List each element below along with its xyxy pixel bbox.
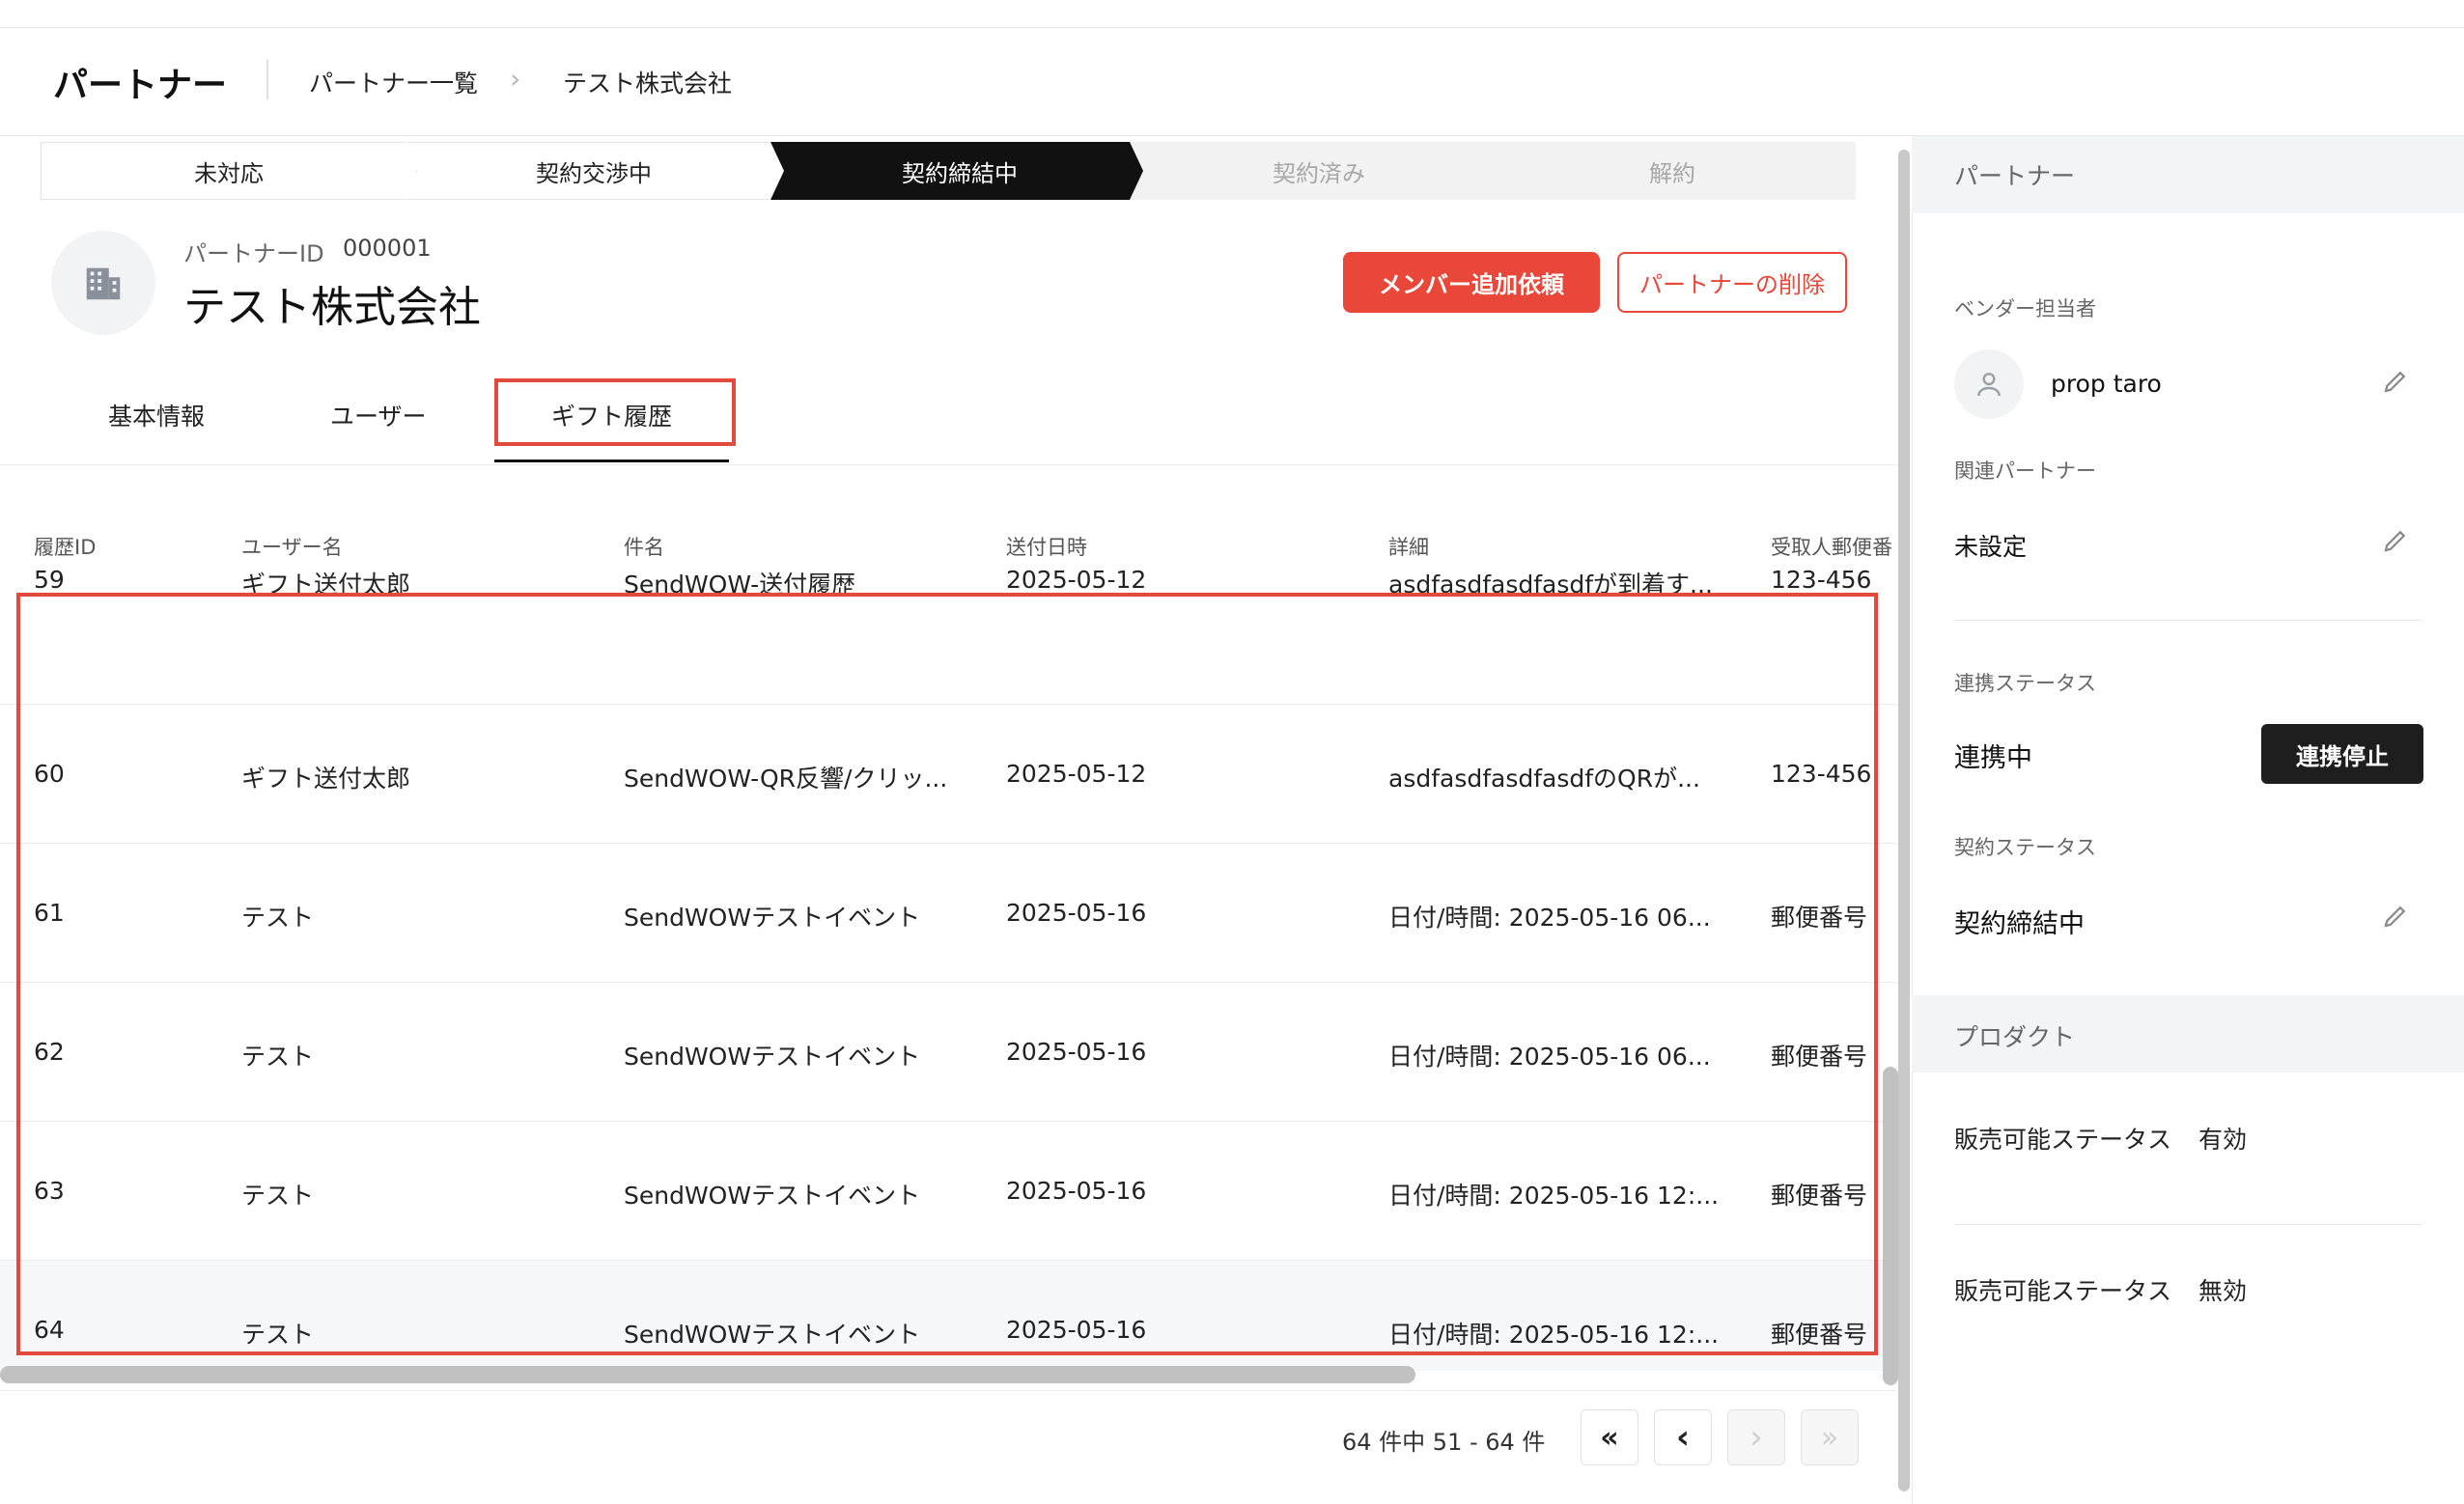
active-tab-indicator xyxy=(494,460,729,462)
vendor-owner-label: ベンダー担当者 xyxy=(1954,297,2096,320)
delete-partner-button[interactable]: パートナーの削除 xyxy=(1617,252,1847,313)
pagination-summary: 64 件中 51 - 64 件 xyxy=(1342,1429,1546,1456)
pencil-icon[interactable] xyxy=(2381,526,2410,555)
breadcrumb-partner-list[interactable]: パートナー一覧 xyxy=(309,65,478,99)
status-stepper: 未対応 契約交渉中 契約締結中 契約済み 解約 xyxy=(41,142,1856,200)
vertical-scrollbar[interactable] xyxy=(1898,150,1910,1491)
step-negotiating[interactable]: 契約交渉中 xyxy=(406,142,782,200)
pagination-divider xyxy=(0,1390,1896,1391)
double-chevron-left-icon: « xyxy=(1600,1420,1619,1455)
product-sales-status-value: 有効 xyxy=(2198,1126,2248,1154)
stop-link-button[interactable]: 連携停止 xyxy=(2261,724,2423,784)
product-sales-status-label: 販売可能ステータス xyxy=(1954,1277,2172,1305)
step-unhandled[interactable]: 未対応 xyxy=(41,142,417,200)
chevron-right-icon: › xyxy=(1750,1418,1763,1457)
vendor-owner-name: prop taro xyxy=(2051,370,2162,398)
tab-basic-info[interactable]: 基本情報 xyxy=(108,398,205,432)
tabs-divider xyxy=(0,464,1896,465)
table-vertical-scrollbar[interactable] xyxy=(1883,1067,1898,1385)
pencil-icon[interactable] xyxy=(2381,902,2410,931)
link-status-value: 連携中 xyxy=(1954,743,2032,773)
add-member-request-button[interactable]: メンバー追加依頼 xyxy=(1343,252,1600,313)
chevron-left-icon: ‹ xyxy=(1675,1418,1690,1457)
partner-id-value: 000001 xyxy=(343,235,432,262)
link-status-label: 連携ステータス xyxy=(1954,672,2096,695)
page-header: パートナー パートナー一覧 › テスト株式会社 xyxy=(0,28,2464,136)
step-cancelled[interactable]: 解約 xyxy=(1489,142,1856,200)
cell-id: 59 xyxy=(34,566,65,594)
sidebar-divider xyxy=(1954,1224,2422,1225)
last-page-button[interactable]: » xyxy=(1801,1409,1859,1465)
tab-users[interactable]: ユーザー xyxy=(330,398,427,432)
step-contracting[interactable]: 契約締結中 xyxy=(770,142,1149,200)
breadcrumb-current: テスト株式会社 xyxy=(563,70,733,97)
prev-page-button[interactable]: ‹ xyxy=(1654,1409,1712,1465)
tab-highlight-box xyxy=(494,378,736,446)
contract-status-label: 契約ステータス xyxy=(1954,836,2096,859)
related-partner-label: 関連パートナー xyxy=(1954,460,2096,483)
cell-zip: 123-456 xyxy=(1771,566,1872,594)
header-divider xyxy=(266,59,268,99)
step-contracted[interactable]: 契約済み xyxy=(1130,142,1508,200)
related-partner-value: 未設定 xyxy=(1954,533,2028,561)
contract-status-value: 契約締結中 xyxy=(1954,909,2085,939)
horizontal-scrollbar[interactable] xyxy=(0,1366,1415,1383)
page-title: パートナー xyxy=(53,66,228,105)
cell-date: 2025-05-12 xyxy=(1006,566,1147,594)
partner-name: テスト株式会社 xyxy=(183,283,481,332)
product-sales-status-label: 販売可能ステータス xyxy=(1954,1126,2172,1154)
sidebar-header-title: パートナー xyxy=(1954,162,2076,190)
user-icon xyxy=(1954,349,2024,419)
building-icon xyxy=(51,231,155,335)
rows-highlight-box xyxy=(16,593,1878,1355)
next-page-button[interactable]: › xyxy=(1727,1409,1785,1465)
product-sales-status-value: 無効 xyxy=(2198,1277,2248,1305)
first-page-button[interactable]: « xyxy=(1581,1409,1638,1465)
partner-id-label: パートナーID xyxy=(183,240,324,267)
product-section-title: プロダクト xyxy=(1954,1023,2076,1051)
sidebar-divider xyxy=(1954,620,2422,621)
double-chevron-right-icon: » xyxy=(1820,1420,1839,1455)
pencil-icon[interactable] xyxy=(2381,367,2410,396)
app-root: パートナー パートナー一覧 › テスト株式会社 未対応 契約交渉中 契約締結中 … xyxy=(0,0,2464,1504)
chevron-right-icon: › xyxy=(510,63,521,95)
